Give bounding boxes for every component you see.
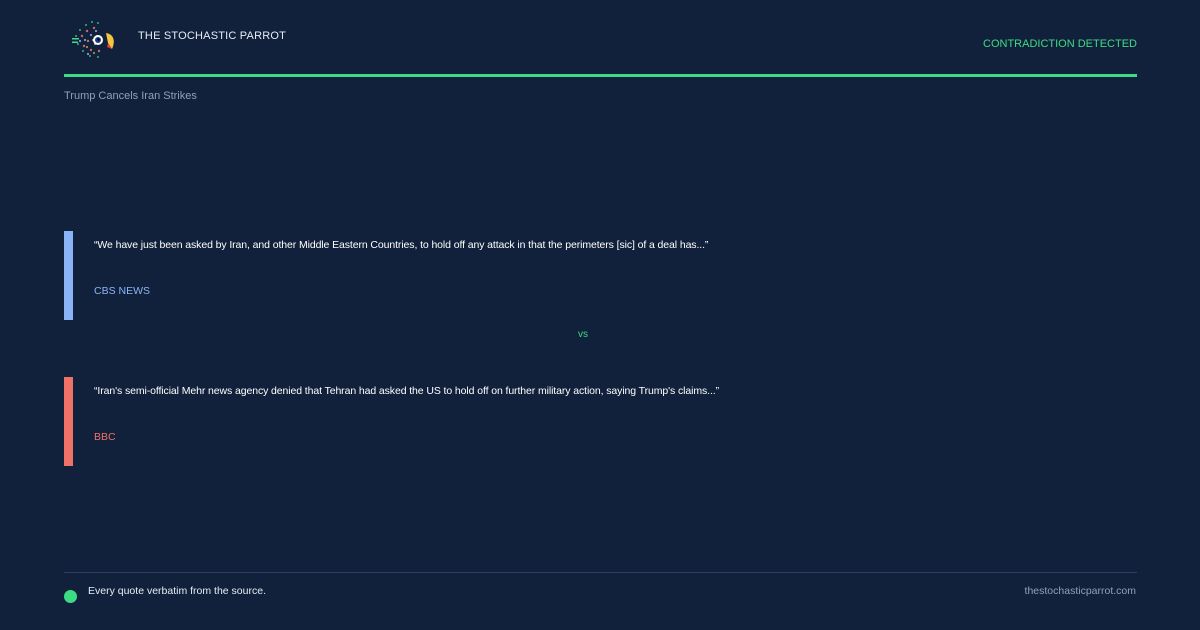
topic-title: Trump Cancels Iran Strikes	[64, 90, 197, 102]
parrot-logo-icon	[72, 21, 114, 58]
header: THE STOCHASTIC PARROT CONTRADICTION DETE…	[64, 16, 1137, 76]
quote-card-bbc: “Iran's semi-official Mehr news agency d…	[64, 377, 1137, 466]
contradiction-status-badge: CONTRADICTION DETECTED	[983, 38, 1137, 50]
quote-accent-bar	[64, 377, 73, 466]
footer-note: Every quote verbatim from the source.	[88, 585, 266, 597]
footer-site-link[interactable]: thestochasticparrot.com	[1025, 585, 1136, 597]
quote-card-cbs: “We have just been asked by Iran, and ot…	[64, 231, 1137, 320]
versus-label: vs	[578, 329, 588, 340]
quote-text: “We have just been asked by Iran, and ot…	[94, 239, 709, 251]
source-name: BBC	[94, 431, 116, 443]
quote-source: CBS NEWS	[94, 285, 150, 297]
source-name: CBS NEWS	[94, 285, 151, 297]
footer-divider	[64, 572, 1137, 573]
quote-accent-bar	[64, 231, 73, 320]
header-divider	[64, 74, 1137, 77]
brand-name: THE STOCHASTIC PARROT	[138, 30, 287, 42]
quote-text: “Iran's semi-official Mehr news agency d…	[94, 385, 719, 397]
status-dot-icon	[64, 590, 77, 603]
quote-source: BBC	[94, 431, 116, 443]
